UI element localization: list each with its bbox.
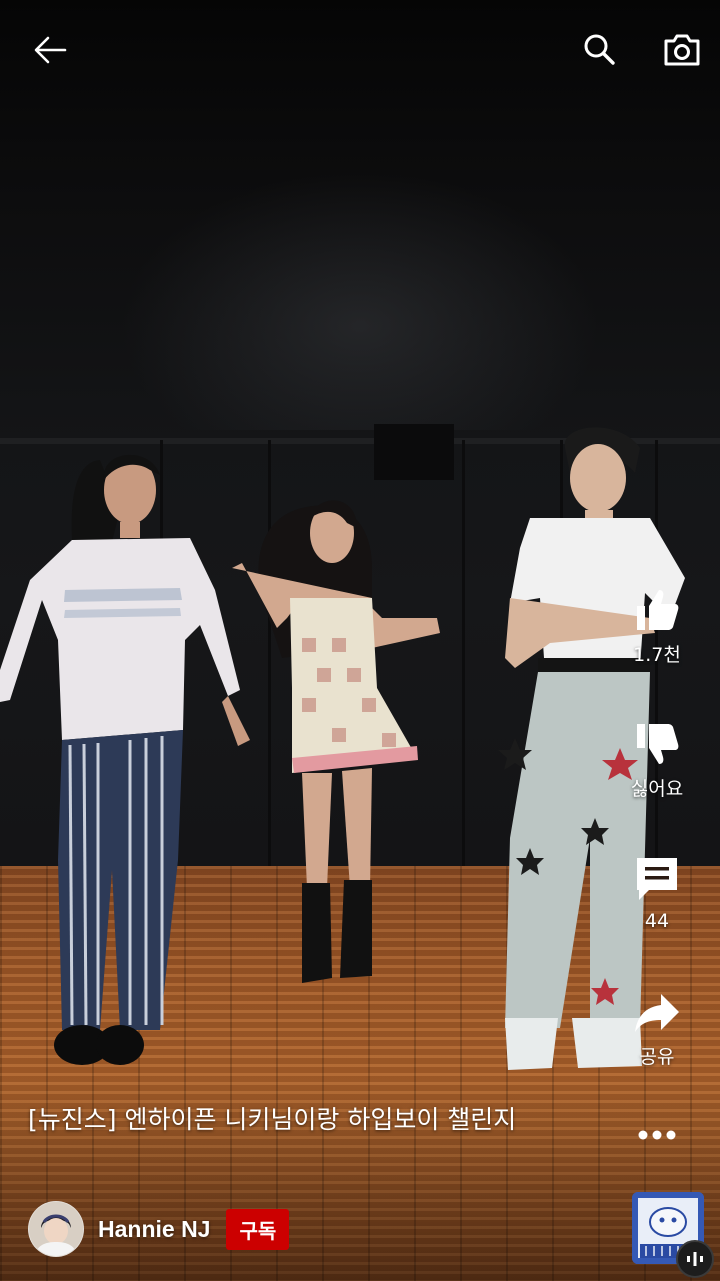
wall-speaker: [374, 424, 454, 480]
video-title[interactable]: [뉴진스] 엔하이픈 니키님이랑 하입보이 챌린지: [28, 1102, 548, 1138]
thumbs-up-icon: [637, 590, 679, 630]
comment-count: 44: [644, 910, 670, 932]
comments-button[interactable]: 44: [602, 854, 712, 932]
channel-avatar[interactable]: [28, 1201, 84, 1257]
dislike-button[interactable]: 싫어요: [602, 720, 712, 801]
share-icon: [635, 994, 679, 1032]
share-label: 공유: [639, 1046, 675, 1068]
like-button[interactable]: 1.7천: [602, 586, 712, 667]
arrow-left-icon: [34, 36, 67, 64]
subscribe-button[interactable]: 구독: [226, 1208, 290, 1250]
dancer-middle: [232, 500, 440, 983]
channel-row: Hannie NJ 구독: [28, 1200, 290, 1258]
like-count: 1.7천: [633, 644, 681, 666]
thumbs-down-icon: [637, 724, 679, 764]
camera-icon: [664, 34, 700, 66]
search-icon: [584, 34, 615, 65]
search-button[interactable]: [574, 24, 624, 74]
camera-button[interactable]: [656, 24, 708, 76]
more-horizontal-icon: [638, 1130, 676, 1140]
channel-name[interactable]: Hannie NJ: [98, 1216, 210, 1243]
back-button[interactable]: [22, 26, 78, 74]
more-button[interactable]: [602, 1118, 712, 1152]
dislike-label: 싫어요: [630, 778, 684, 800]
comment-icon: [637, 858, 677, 900]
share-button[interactable]: 공유: [602, 992, 712, 1069]
audio-wave-icon: [687, 1252, 703, 1266]
sound-badge: [676, 1240, 714, 1278]
